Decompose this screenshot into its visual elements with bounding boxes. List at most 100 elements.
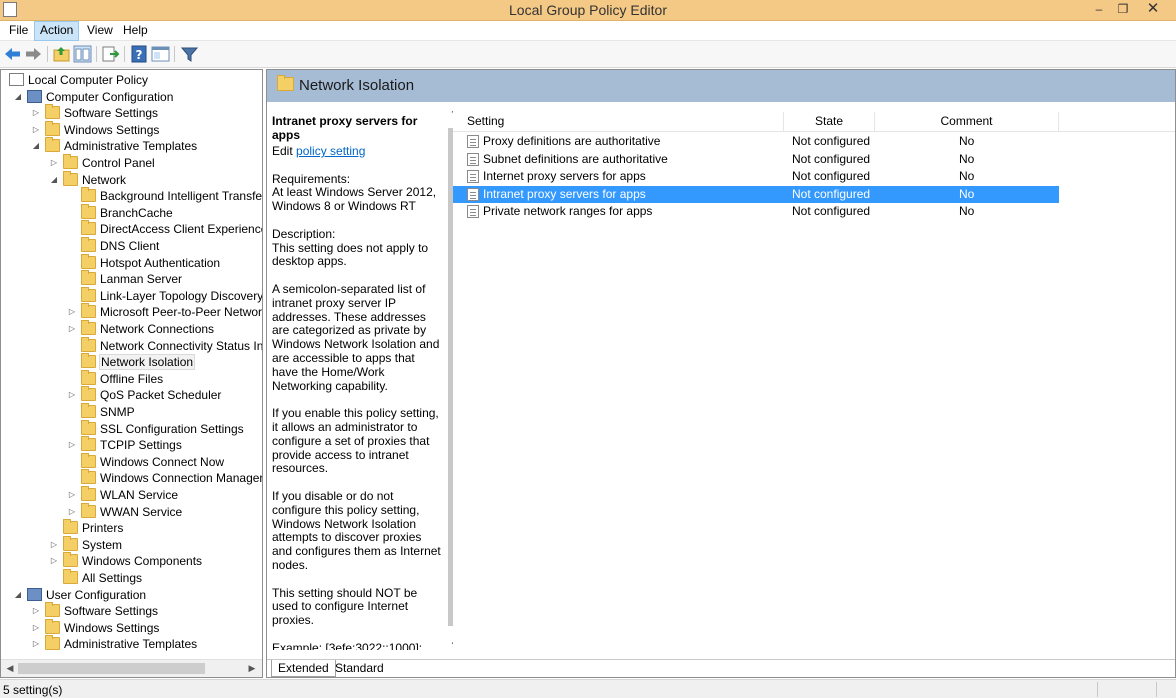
description-paragraph: If you disable or do not configure this … xyxy=(272,488,441,572)
table-row[interactable]: Proxy definitions are authoritative Not c… xyxy=(453,133,1059,150)
close-icon[interactable]: ✕ xyxy=(1140,0,1166,20)
expand-arrow-icon[interactable]: ▷ xyxy=(67,437,77,453)
column-state[interactable]: State xyxy=(784,112,875,132)
tree-item[interactable]: Windows Connection Manager xyxy=(1,469,262,486)
collapse-arrow-icon[interactable]: ◢ xyxy=(13,89,23,105)
folder-icon xyxy=(45,120,60,136)
tab-standard[interactable]: Standard xyxy=(329,660,390,677)
table-row[interactable]: Internet proxy servers for apps Not confi… xyxy=(453,168,1059,185)
tree-item[interactable]: BranchCache xyxy=(1,203,262,221)
table-row[interactable]: Private network ranges for apps Not confi… xyxy=(453,203,1059,220)
tree-item[interactable]: Network Isolation xyxy=(1,353,262,371)
expand-arrow-icon[interactable]: ▷ xyxy=(49,155,59,171)
export-list-icon[interactable] xyxy=(101,45,120,63)
menu-view[interactable]: View xyxy=(82,21,118,41)
expand-arrow-icon[interactable]: ▷ xyxy=(67,504,77,520)
help-icon[interactable]: ? xyxy=(130,45,149,63)
tab-extended[interactable]: Extended xyxy=(271,660,336,677)
back-arrow-icon[interactable] xyxy=(3,45,22,63)
filter-icon[interactable] xyxy=(180,45,199,63)
column-setting[interactable]: Setting xyxy=(453,112,784,132)
tree-item[interactable]: ▷ Windows Settings xyxy=(1,618,262,636)
expand-arrow-icon[interactable]: ▷ xyxy=(31,603,41,619)
menu-file[interactable]: File xyxy=(4,21,33,41)
cell-setting: Private network ranges for apps xyxy=(483,204,653,218)
collapse-arrow-icon[interactable]: ◢ xyxy=(49,172,59,188)
folder-icon xyxy=(81,203,96,219)
expand-arrow-icon[interactable]: ▷ xyxy=(31,636,41,652)
tree-item[interactable]: ▷ WWAN Service xyxy=(1,502,262,520)
tree-item[interactable]: DirectAccess Client Experience Setti xyxy=(1,220,262,237)
tree-item[interactable]: ▷ WLAN Service xyxy=(1,486,262,503)
expand-arrow-icon[interactable]: ▷ xyxy=(31,122,41,138)
tree-item[interactable]: Offline Files xyxy=(1,369,262,387)
tree-item[interactable]: DNS Client xyxy=(1,237,262,254)
expand-arrow-icon[interactable]: ▷ xyxy=(31,620,41,636)
expand-arrow-icon[interactable]: ▷ xyxy=(49,537,59,553)
minimize-icon[interactable]: – xyxy=(1086,0,1112,20)
column-comment[interactable]: Comment xyxy=(875,112,1059,132)
tree-item[interactable]: ▷ Control Panel xyxy=(1,154,262,171)
tree-item[interactable]: ◢ Administrative Templates xyxy=(1,137,262,154)
description-paragraph: Description: This setting does not apply… xyxy=(272,226,429,269)
tree-item[interactable]: ▷ Microsoft Peer-to-Peer Networking xyxy=(1,303,262,320)
tree-item[interactable]: ◢ Network xyxy=(1,170,262,188)
up-folder-icon[interactable] xyxy=(52,45,71,63)
console-tree[interactable]: Local Computer Policy ◢ Computer Configura… xyxy=(0,69,263,678)
scroll-right-icon[interactable]: ▶ xyxy=(245,661,259,676)
menu-help[interactable]: Help xyxy=(118,21,153,41)
tree-item[interactable]: ▷ QoS Packet Scheduler xyxy=(1,386,262,403)
tree-item[interactable]: Windows Connect Now xyxy=(1,452,262,470)
tree-item[interactable]: ▷ Software Settings xyxy=(1,104,262,121)
tree-item[interactable]: Link-Layer Topology Discovery xyxy=(1,286,262,304)
tree-horizontal-scrollbar[interactable]: ◀ ▶ xyxy=(1,659,262,677)
status-text: 5 setting(s) xyxy=(3,683,63,697)
edit-policy-link[interactable]: policy setting xyxy=(296,145,365,158)
scroll-left-icon[interactable]: ◀ xyxy=(3,661,17,676)
expand-arrow-icon[interactable]: ▷ xyxy=(67,304,77,320)
show-hide-tree-icon[interactable] xyxy=(73,45,92,63)
tree-item[interactable]: Hotspot Authentication xyxy=(1,253,262,271)
tree-item[interactable]: ▷ Windows Components xyxy=(1,552,262,569)
tree-item-label: Network xyxy=(82,172,127,187)
expand-arrow-icon[interactable]: ▷ xyxy=(67,387,77,403)
tree-item[interactable]: Local Computer Policy xyxy=(1,72,262,88)
table-row[interactable]: Intranet proxy servers for apps Not confi… xyxy=(453,185,1059,203)
policy-setting-icon xyxy=(467,152,479,166)
tree-item-label: Lanman Server xyxy=(100,272,183,287)
tree-item[interactable]: ◢ User Configuration xyxy=(1,587,262,603)
tree-item[interactable]: Background Intelligent Transfer Se xyxy=(1,187,262,204)
tree-item[interactable]: All Settings xyxy=(1,569,262,586)
collapse-arrow-icon[interactable]: ◢ xyxy=(31,138,41,154)
description-paragraph: Example: [3efe:3022::1000]; 18.0.0.1; 18… xyxy=(272,640,423,650)
properties-icon[interactable] xyxy=(151,45,170,63)
tree-item[interactable]: ▷ TCPIP Settings xyxy=(1,436,262,453)
settings-list[interactable]: Setting State Comment Proxy definitions … xyxy=(453,102,1175,659)
expand-arrow-icon[interactable]: ▷ xyxy=(49,553,59,569)
table-row[interactable]: Subnet definitions are authoritative Not … xyxy=(453,151,1059,168)
tree-item-label: SNMP xyxy=(100,405,135,419)
restore-icon[interactable]: ❐ xyxy=(1110,0,1136,20)
tree-item[interactable]: SNMP xyxy=(1,403,262,420)
tree-item-label: Software Settings xyxy=(64,604,159,619)
tree-item-label: QoS Packet Scheduler xyxy=(100,388,222,403)
tree-item[interactable]: ▷ Software Settings xyxy=(1,602,262,619)
expand-arrow-icon[interactable]: ▷ xyxy=(67,321,77,337)
scroll-thumb[interactable] xyxy=(18,663,205,674)
tree-item[interactable]: SSL Configuration Settings xyxy=(1,419,262,437)
tree-item[interactable]: ▷ Network Connections xyxy=(1,320,262,337)
collapse-arrow-icon[interactable]: ◢ xyxy=(13,587,23,603)
forward-arrow-icon[interactable] xyxy=(24,45,43,63)
tree-item[interactable]: Lanman Server xyxy=(1,270,262,287)
tree-item[interactable]: ▷ System xyxy=(1,535,262,553)
tree-item[interactable]: Printers xyxy=(1,519,262,536)
expand-arrow-icon[interactable]: ▷ xyxy=(67,487,77,503)
expand-arrow-icon[interactable]: ▷ xyxy=(31,105,41,121)
tree-item[interactable]: ▷ Administrative Templates xyxy=(1,635,262,652)
tree-item[interactable]: ▷ Windows Settings xyxy=(1,120,262,138)
tree-item[interactable]: Network Connectivity Status Indica xyxy=(1,336,262,354)
tree-item[interactable]: ◢ Computer Configuration xyxy=(1,89,262,105)
menu-action[interactable]: Action xyxy=(34,21,80,41)
folder-icon xyxy=(63,170,78,186)
view-tabs: Extended Standard xyxy=(267,659,1175,677)
